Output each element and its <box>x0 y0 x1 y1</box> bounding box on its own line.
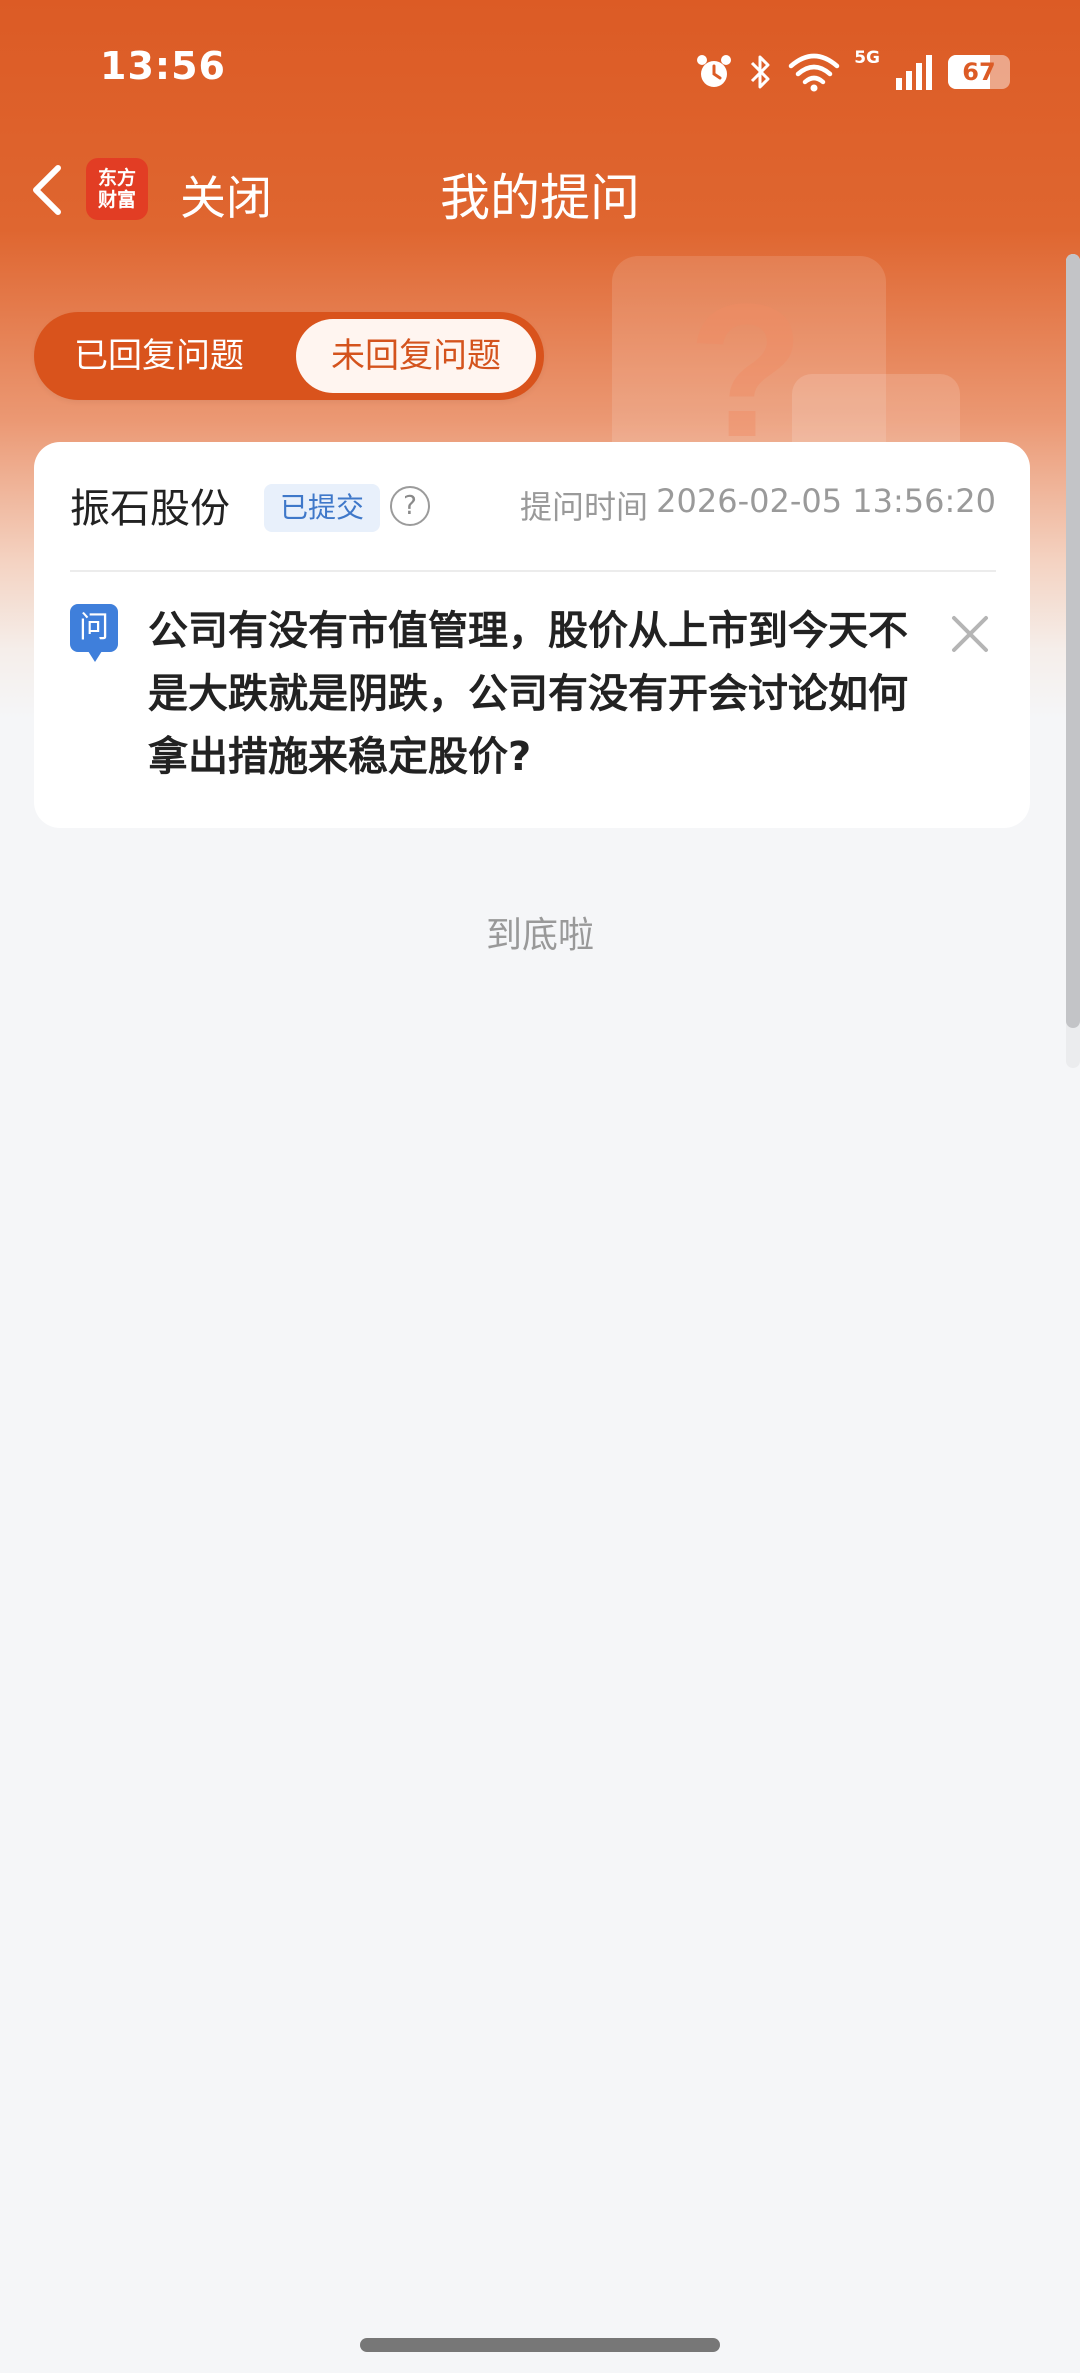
alarm-icon <box>697 55 732 87</box>
network-type: 5G <box>854 48 880 68</box>
help-icon[interactable]: ? <box>390 486 430 526</box>
question-text: 公司有没有市值管理，股价从上市到今天不是大跌就是阴跌，公司有没有开会讨论如何拿出… <box>148 608 908 780</box>
bluetooth-icon <box>751 55 770 89</box>
question-card[interactable]: 振石股份 已提交 ? 提问时间 2026-02-05 13:56:20 问 公司… <box>34 442 1030 828</box>
status-icons: 5G 67 <box>694 46 1010 98</box>
page-title: 我的提问 <box>440 169 640 227</box>
wifi-icon <box>788 53 840 92</box>
cellular-icon <box>896 55 932 90</box>
status-bar: 13:56 5G 67 <box>0 0 1080 140</box>
close-icon[interactable] <box>948 612 992 656</box>
question-tabs: 已回复问题 未回复问题 <box>34 312 544 400</box>
divider <box>70 570 996 572</box>
tab-replied[interactable]: 已回复问题 <box>34 312 284 400</box>
scrollbar-thumb[interactable] <box>1066 254 1080 1028</box>
question-time-label: 提问时间 <box>520 488 649 526</box>
status-time: 13:56 <box>100 44 226 88</box>
battery-percent: 67 <box>962 58 996 86</box>
home-indicator[interactable] <box>360 2338 720 2352</box>
battery-icon: 67 <box>948 55 1010 89</box>
question-time: 2026-02-05 13:56:20 <box>656 482 996 520</box>
nav-bar: 东方 财富 关闭 我的提问 <box>0 140 1080 240</box>
company-name[interactable]: 振石股份 <box>70 476 230 534</box>
question-icon: 问 <box>70 604 118 662</box>
status-badge: 已提交 <box>264 484 380 532</box>
tab-unreplied[interactable]: 未回复问题 <box>296 319 536 393</box>
end-of-list-text: 到底啦 <box>485 915 594 956</box>
